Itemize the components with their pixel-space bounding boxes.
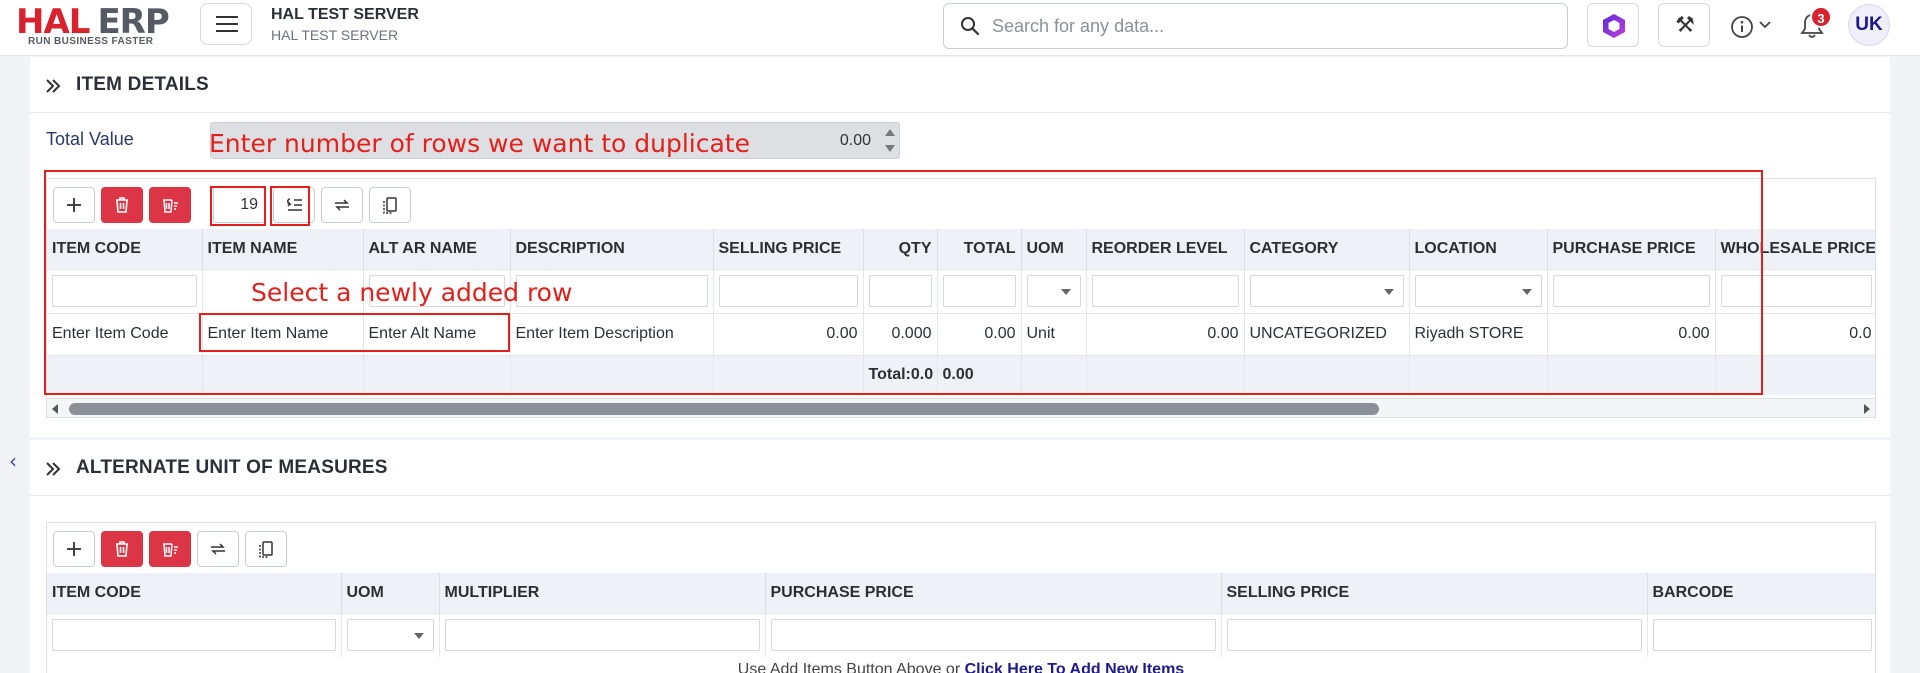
empty-grid-message: Use Add Items Button Above or Click Here… (47, 661, 1875, 673)
search-input[interactable] (992, 5, 1552, 47)
column-header[interactable]: ITEM CODE (47, 573, 342, 613)
filter-input[interactable] (770, 619, 1216, 652)
spin-up-icon[interactable] (883, 125, 897, 140)
global-search[interactable] (943, 3, 1568, 49)
menu-icon (216, 16, 238, 18)
search-icon (961, 17, 980, 36)
info-icon[interactable] (1730, 15, 1754, 39)
double-chevron-icon (46, 462, 61, 476)
apps-button[interactable] (1587, 3, 1639, 47)
alternate-uom-table: ITEM CODE UOM MULTIPLIER PURCHASE PRICE … (47, 573, 1875, 657)
empty-grid-text: Use Add Items Button Above or (737, 661, 965, 673)
annotation-row-count-highlight (210, 186, 266, 226)
add-row-button[interactable] (53, 531, 95, 567)
double-chevron-icon (46, 79, 61, 93)
chevron-down-icon[interactable] (1758, 20, 1772, 30)
column-header[interactable]: SELLING PRICE (1221, 573, 1648, 613)
column-header[interactable]: PURCHASE PRICE (765, 573, 1222, 613)
alternate-uom-title: ALTERNATE UNIT OF MEASURES (76, 457, 388, 478)
hexagon-logo-icon (1603, 14, 1625, 38)
spin-down-icon[interactable] (883, 141, 897, 156)
filter-input[interactable] (444, 619, 760, 652)
alternate-uom-grid: ITEM CODE UOM MULTIPLIER PURCHASE PRICE … (46, 522, 1876, 673)
tools-button[interactable]: ⚒ (1658, 3, 1710, 47)
swap-icon (211, 543, 225, 555)
item-details-title: ITEM DETAILS (76, 74, 209, 95)
plus-icon (67, 542, 81, 556)
alternate-uom-header[interactable]: ALTERNATE UNIT OF MEASURES (30, 440, 1890, 496)
column-header[interactable]: BARCODE (1647, 573, 1875, 613)
table-header-row: ITEM CODE UOM MULTIPLIER PURCHASE PRICE … (47, 573, 1875, 613)
server-info: HAL TEST SERVER HAL TEST SERVER (271, 6, 419, 43)
user-avatar[interactable]: UK (1848, 4, 1890, 46)
delete-rows-icon (163, 543, 178, 557)
scrollbar-thumb[interactable] (69, 403, 1379, 415)
app-logo[interactable]: HAL ERP RUN BUSINESS FASTER (16, 2, 184, 48)
column-header[interactable]: MULTIPLIER (439, 573, 766, 613)
copy-button[interactable] (245, 531, 287, 567)
menu-button[interactable] (200, 3, 252, 45)
trash-icon (116, 541, 128, 557)
scroll-right-icon[interactable] (1863, 404, 1871, 414)
delete-selected-rows-button[interactable] (149, 531, 191, 567)
tools-icon: ⚒ (1675, 13, 1695, 38)
annotation-duplicate-hint: Enter number of rows we want to duplicat… (209, 129, 750, 158)
annotation-row-highlight (199, 313, 510, 352)
scroll-left-icon[interactable] (51, 404, 59, 414)
swap-button[interactable] (197, 531, 239, 567)
server-subtitle: HAL TEST SERVER (271, 27, 399, 43)
top-bar: HAL ERP RUN BUSINESS FASTER HAL TEST SERV… (0, 0, 1920, 56)
horizontal-scrollbar[interactable] (46, 398, 1876, 418)
filter-input[interactable] (1226, 619, 1642, 652)
filter-select[interactable] (346, 619, 434, 652)
notification-badge: 3 (1810, 6, 1832, 28)
column-header[interactable]: UOM (341, 573, 440, 613)
logo-tagline: RUN BUSINESS FASTER (28, 36, 154, 47)
server-title: HAL TEST SERVER (271, 6, 419, 23)
total-value: 0.00 (839, 132, 871, 149)
copy-icon (259, 541, 273, 558)
delete-row-button[interactable] (101, 531, 143, 567)
total-value-label: Total Value (46, 129, 134, 149)
filter-input[interactable] (52, 619, 336, 652)
caret-down-icon (413, 633, 424, 640)
annotation-duplicate-button-highlight (270, 186, 310, 226)
uom-grid-toolbar (47, 523, 1875, 573)
item-details-header[interactable]: ITEM DETAILS (30, 57, 1890, 113)
menu-icon-bar (216, 30, 238, 32)
menu-icon-bar (216, 23, 238, 25)
sidebar-toggle-icon[interactable]: ‹ (0, 446, 26, 476)
filter-row (47, 612, 1875, 657)
add-new-items-link[interactable]: Click Here To Add New Items (965, 661, 1185, 673)
filter-input[interactable] (1652, 619, 1872, 652)
